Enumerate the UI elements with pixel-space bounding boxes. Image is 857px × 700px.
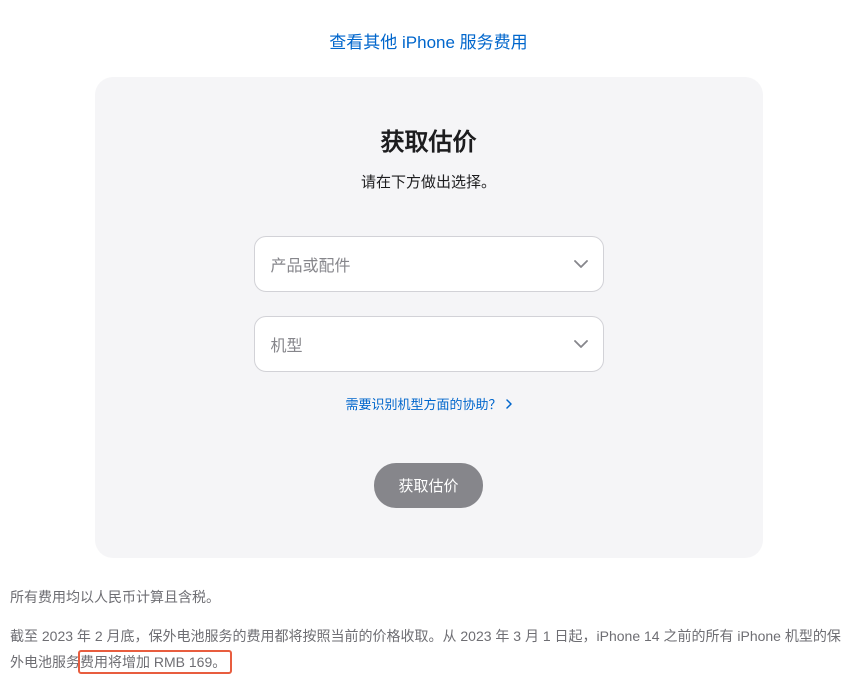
card-title: 获取估价: [135, 122, 723, 157]
help-link-label: 需要识别机型方面的协助？: [345, 394, 501, 413]
footer-notes: 所有费用均以人民币计算且含税。 截至 2023 年 2 月底，保外电池服务的费用…: [0, 558, 857, 700]
get-estimate-button[interactable]: 获取估价: [374, 463, 482, 508]
other-services-link[interactable]: 查看其他 iPhone 服务费用: [329, 33, 527, 52]
price-increase-highlight: 费用将增加 RMB 169。: [80, 654, 226, 670]
identify-model-help-link[interactable]: 需要识别机型方面的协助？: [345, 394, 511, 413]
model-select[interactable]: 机型: [254, 316, 604, 372]
estimate-card: 获取估价 请在下方做出选择。 产品或配件 机型 需要识别机型方面的协助？ 获取估…: [95, 77, 763, 558]
card-subtitle: 请在下方做出选择。: [135, 171, 723, 192]
footer-line-2: 截至 2023 年 2 月底，保外电池服务的费用都将按照当前的价格收取。从 20…: [10, 623, 847, 676]
footer-line-1: 所有费用均以人民币计算且含税。: [10, 584, 847, 611]
product-select[interactable]: 产品或配件: [254, 236, 604, 292]
chevron-right-icon: [506, 399, 512, 409]
